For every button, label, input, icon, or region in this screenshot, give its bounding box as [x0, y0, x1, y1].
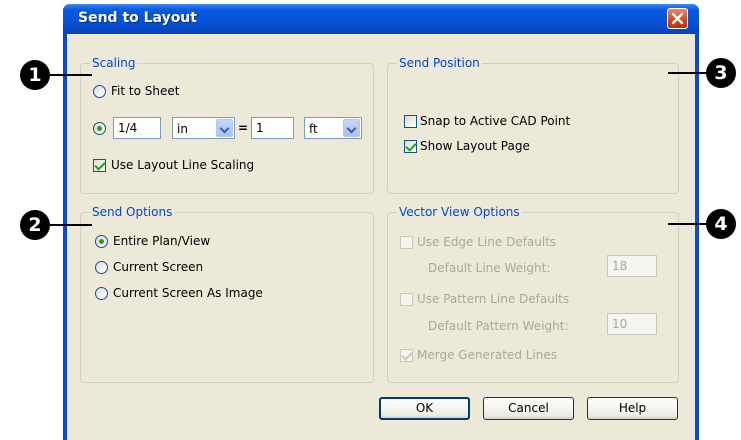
- use-pattern-line-defaults-label[interactable]: Use Pattern Line Defaults: [417, 292, 569, 306]
- use-edge-line-defaults-label[interactable]: Use Edge Line Defaults: [417, 235, 556, 249]
- use-layout-line-scaling-checkbox[interactable]: [93, 159, 106, 172]
- merge-generated-lines-checkbox[interactable]: [400, 349, 413, 362]
- callout-3-line: [668, 72, 710, 74]
- close-icon: [671, 12, 684, 25]
- default-pattern-weight-label: Default Pattern Weight:: [428, 319, 569, 333]
- help-button[interactable]: Help: [587, 397, 678, 420]
- scaling-legend: Scaling: [90, 56, 138, 70]
- scale-value-input[interactable]: 1/4: [113, 117, 161, 139]
- real-unit-select[interactable]: ft: [304, 117, 362, 139]
- default-line-weight-input[interactable]: 18: [607, 255, 657, 277]
- chevron-down-icon: [216, 119, 233, 137]
- snap-to-cad-point-checkbox[interactable]: [404, 115, 417, 128]
- entire-plan-view-radio[interactable]: [95, 235, 108, 248]
- real-unit-value: ft: [309, 122, 318, 136]
- current-screen-as-image-label[interactable]: Current Screen As Image: [113, 286, 263, 300]
- cancel-button[interactable]: Cancel: [483, 397, 574, 420]
- send-position-group: Send Position: [387, 56, 679, 194]
- use-edge-line-defaults-checkbox[interactable]: [400, 236, 413, 249]
- dialog-title: Send to Layout: [78, 10, 197, 26]
- snap-to-cad-point-label[interactable]: Snap to Active CAD Point: [420, 114, 570, 128]
- send-position-legend: Send Position: [397, 56, 482, 70]
- current-screen-as-image-radio[interactable]: [95, 287, 108, 300]
- real-value-input[interactable]: 1: [251, 117, 294, 139]
- callout-3: 3: [706, 58, 736, 88]
- scale-unit-value: in: [177, 122, 188, 136]
- close-button[interactable]: [667, 8, 688, 29]
- fit-to-sheet-radio[interactable]: [93, 85, 106, 98]
- callout-2-line: [44, 224, 92, 226]
- ok-button[interactable]: OK: [379, 397, 470, 420]
- vector-view-options-legend: Vector View Options: [397, 205, 522, 219]
- current-screen-label[interactable]: Current Screen: [113, 260, 203, 274]
- use-pattern-line-defaults-checkbox[interactable]: [400, 293, 413, 306]
- scale-unit-select[interactable]: in: [172, 117, 235, 139]
- fit-to-sheet-label[interactable]: Fit to Sheet: [111, 84, 179, 98]
- send-options-legend: Send Options: [90, 205, 175, 219]
- scale-radio[interactable]: [93, 122, 106, 135]
- callout-2: 2: [20, 210, 50, 240]
- equals-sign: =: [238, 121, 249, 135]
- callout-1: 1: [20, 60, 50, 90]
- default-pattern-weight-input[interactable]: 10: [607, 313, 657, 335]
- merge-generated-lines-label[interactable]: Merge Generated Lines: [417, 348, 557, 362]
- use-layout-line-scaling-label[interactable]: Use Layout Line Scaling: [111, 158, 254, 172]
- callout-4: 4: [706, 209, 736, 239]
- callout-4-line: [668, 223, 710, 225]
- show-layout-page-label[interactable]: Show Layout Page: [420, 139, 530, 153]
- current-screen-radio[interactable]: [95, 261, 108, 274]
- default-line-weight-label: Default Line Weight:: [428, 261, 551, 275]
- entire-plan-view-label[interactable]: Entire Plan/View: [113, 234, 210, 248]
- show-layout-page-checkbox[interactable]: [404, 140, 417, 153]
- callout-1-line: [44, 74, 92, 76]
- chevron-down-icon: [343, 119, 360, 137]
